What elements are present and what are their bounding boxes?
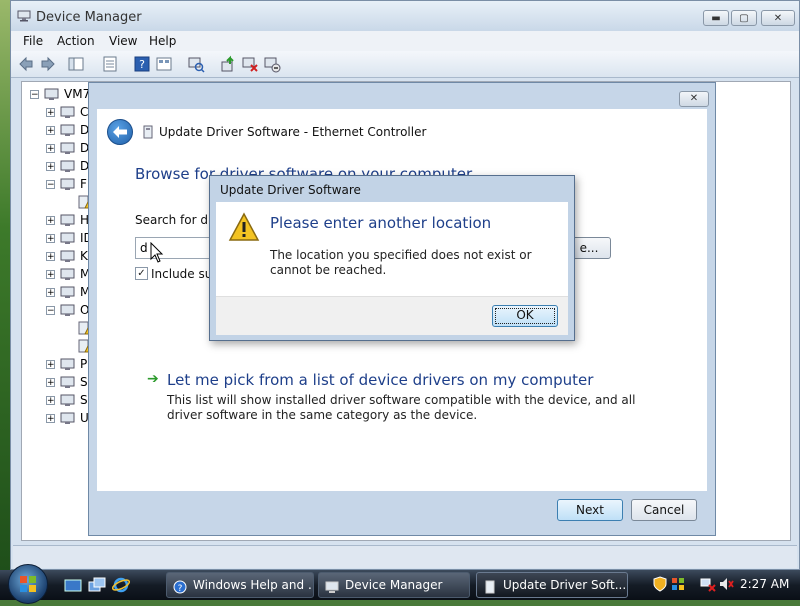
wizard-close-button[interactable]: ✕ [679, 91, 709, 107]
device-manager-title: Device Manager [36, 10, 142, 25]
device-category-icon [60, 105, 76, 119]
device-category-icon [60, 267, 76, 281]
taskbar-item-windows-help[interactable]: ? Windows Help and ... [166, 572, 314, 598]
tree-expander[interactable]: + [46, 126, 55, 136]
taskbar-item-label: Windows Help and ... [193, 578, 314, 592]
tree-expander[interactable]: + [46, 108, 55, 118]
disable-device-icon[interactable] [241, 55, 259, 73]
svg-text:?: ? [139, 58, 145, 71]
taskbar-item-update-driver[interactable]: Update Driver Soft... [476, 572, 628, 598]
device-category-icon [60, 141, 76, 155]
tree-expander[interactable]: + [46, 252, 55, 262]
tree-expander[interactable]: + [46, 216, 55, 226]
device-category-icon [60, 303, 76, 317]
dialog-footer: OK [216, 296, 568, 335]
back-arrow-icon[interactable] [17, 55, 35, 73]
toolbar: ? [11, 51, 799, 78]
svg-text:?: ? [178, 584, 183, 594]
device-category-icon [60, 249, 76, 263]
warning-icon [228, 212, 260, 242]
tree-expander[interactable]: + [46, 144, 55, 154]
device-manager-titlebar[interactable]: Device Manager ▬ ▢ ✕ [11, 1, 799, 31]
back-button[interactable] [107, 119, 133, 145]
device-icon [143, 125, 153, 139]
clock[interactable]: 2:27 AM [740, 577, 789, 591]
tree-expander[interactable]: + [46, 162, 55, 172]
next-button[interactable]: Next [557, 499, 623, 521]
show-desktop-icon[interactable] [64, 576, 82, 594]
dialog-body: Please enter another location The locati… [216, 202, 568, 296]
help-icon: ? [173, 578, 187, 594]
menu-action[interactable]: Action [57, 34, 95, 48]
green-arrow-icon: ➔ [147, 371, 159, 387]
windows-logo-icon [20, 576, 36, 592]
menu-help[interactable]: Help [149, 34, 176, 48]
tree-expander[interactable]: + [46, 378, 55, 388]
view-icon[interactable] [155, 55, 173, 73]
minimize-button[interactable]: ▬ [703, 10, 729, 26]
start-button[interactable] [8, 564, 48, 604]
tree-expander[interactable]: − [46, 306, 55, 316]
taskbar-item-label: Update Driver Soft... [503, 578, 627, 592]
device-icon [483, 578, 497, 594]
network-disconnected-icon[interactable] [700, 576, 716, 592]
internet-explorer-icon[interactable] [111, 576, 131, 594]
menu-bar: File Action View Help [11, 31, 799, 51]
tree-expander[interactable]: − [30, 90, 39, 100]
menu-view[interactable]: View [109, 34, 137, 48]
device-category-icon [60, 159, 76, 173]
tree-expander[interactable]: + [46, 270, 55, 280]
cancel-button[interactable]: Cancel [631, 499, 697, 521]
device-category-icon [60, 231, 76, 245]
close-button[interactable]: ✕ [761, 10, 795, 26]
taskbar-item-label: Device Manager [345, 578, 443, 592]
device-category-icon [60, 123, 76, 137]
help-icon[interactable]: ? [133, 55, 151, 73]
ok-button[interactable]: OK [492, 305, 558, 327]
uninstall-device-icon[interactable] [263, 55, 281, 73]
status-bar [13, 545, 797, 568]
device-manager-icon [325, 578, 339, 593]
pick-driver-link[interactable]: Let me pick from a list of device driver… [167, 371, 593, 389]
device-category-icon [60, 177, 76, 191]
device-category-icon [60, 285, 76, 299]
security-shield-icon[interactable] [652, 576, 668, 592]
error-dialog: Update Driver Software Please enter anot… [209, 175, 575, 341]
properties-icon[interactable] [101, 55, 119, 73]
tree-expander[interactable]: + [46, 414, 55, 424]
device-category-icon [60, 375, 76, 389]
device-category-icon [60, 411, 76, 425]
maximize-button[interactable]: ▢ [731, 10, 757, 26]
desktop-background [0, 0, 10, 570]
device-category-icon [60, 393, 76, 407]
show-hide-tree-icon[interactable] [67, 55, 85, 73]
mouse-cursor-icon [150, 241, 164, 264]
back-arrow-icon [113, 126, 127, 138]
menu-file[interactable]: File [23, 34, 43, 48]
device-category-icon [60, 213, 76, 227]
dialog-message: The location you specified does not exis… [270, 248, 532, 277]
include-subfolders-checkbox[interactable]: ✓ [135, 267, 148, 280]
dialog-title: Update Driver Software [220, 183, 361, 197]
forward-arrow-icon[interactable] [39, 55, 57, 73]
notification-area: 2:27 AM [646, 572, 800, 598]
tree-expander[interactable]: + [46, 396, 55, 406]
device-manager-icon [17, 10, 31, 22]
volume-icon[interactable] [718, 576, 734, 592]
update-driver-icon[interactable] [219, 55, 237, 73]
device-category-icon [60, 357, 76, 371]
tree-expander[interactable]: + [46, 234, 55, 244]
dialog-heading: Please enter another location [270, 214, 492, 232]
pick-driver-description: This list will show installed driver sof… [167, 393, 636, 422]
device-category-icon [44, 87, 60, 101]
tree-expander[interactable]: + [46, 288, 55, 298]
taskbar-item-device-manager[interactable]: Device Manager [318, 572, 470, 598]
tree-expander[interactable]: + [46, 360, 55, 370]
scan-hardware-icon[interactable] [187, 55, 205, 73]
wizard-title: Update Driver Software - Ethernet Contro… [159, 125, 427, 139]
windows-flag-icon[interactable] [670, 576, 686, 592]
switch-windows-icon[interactable] [88, 576, 106, 594]
taskbar: ? Windows Help and ... Device Manager Up… [0, 564, 800, 604]
tree-expander[interactable]: − [46, 180, 55, 190]
